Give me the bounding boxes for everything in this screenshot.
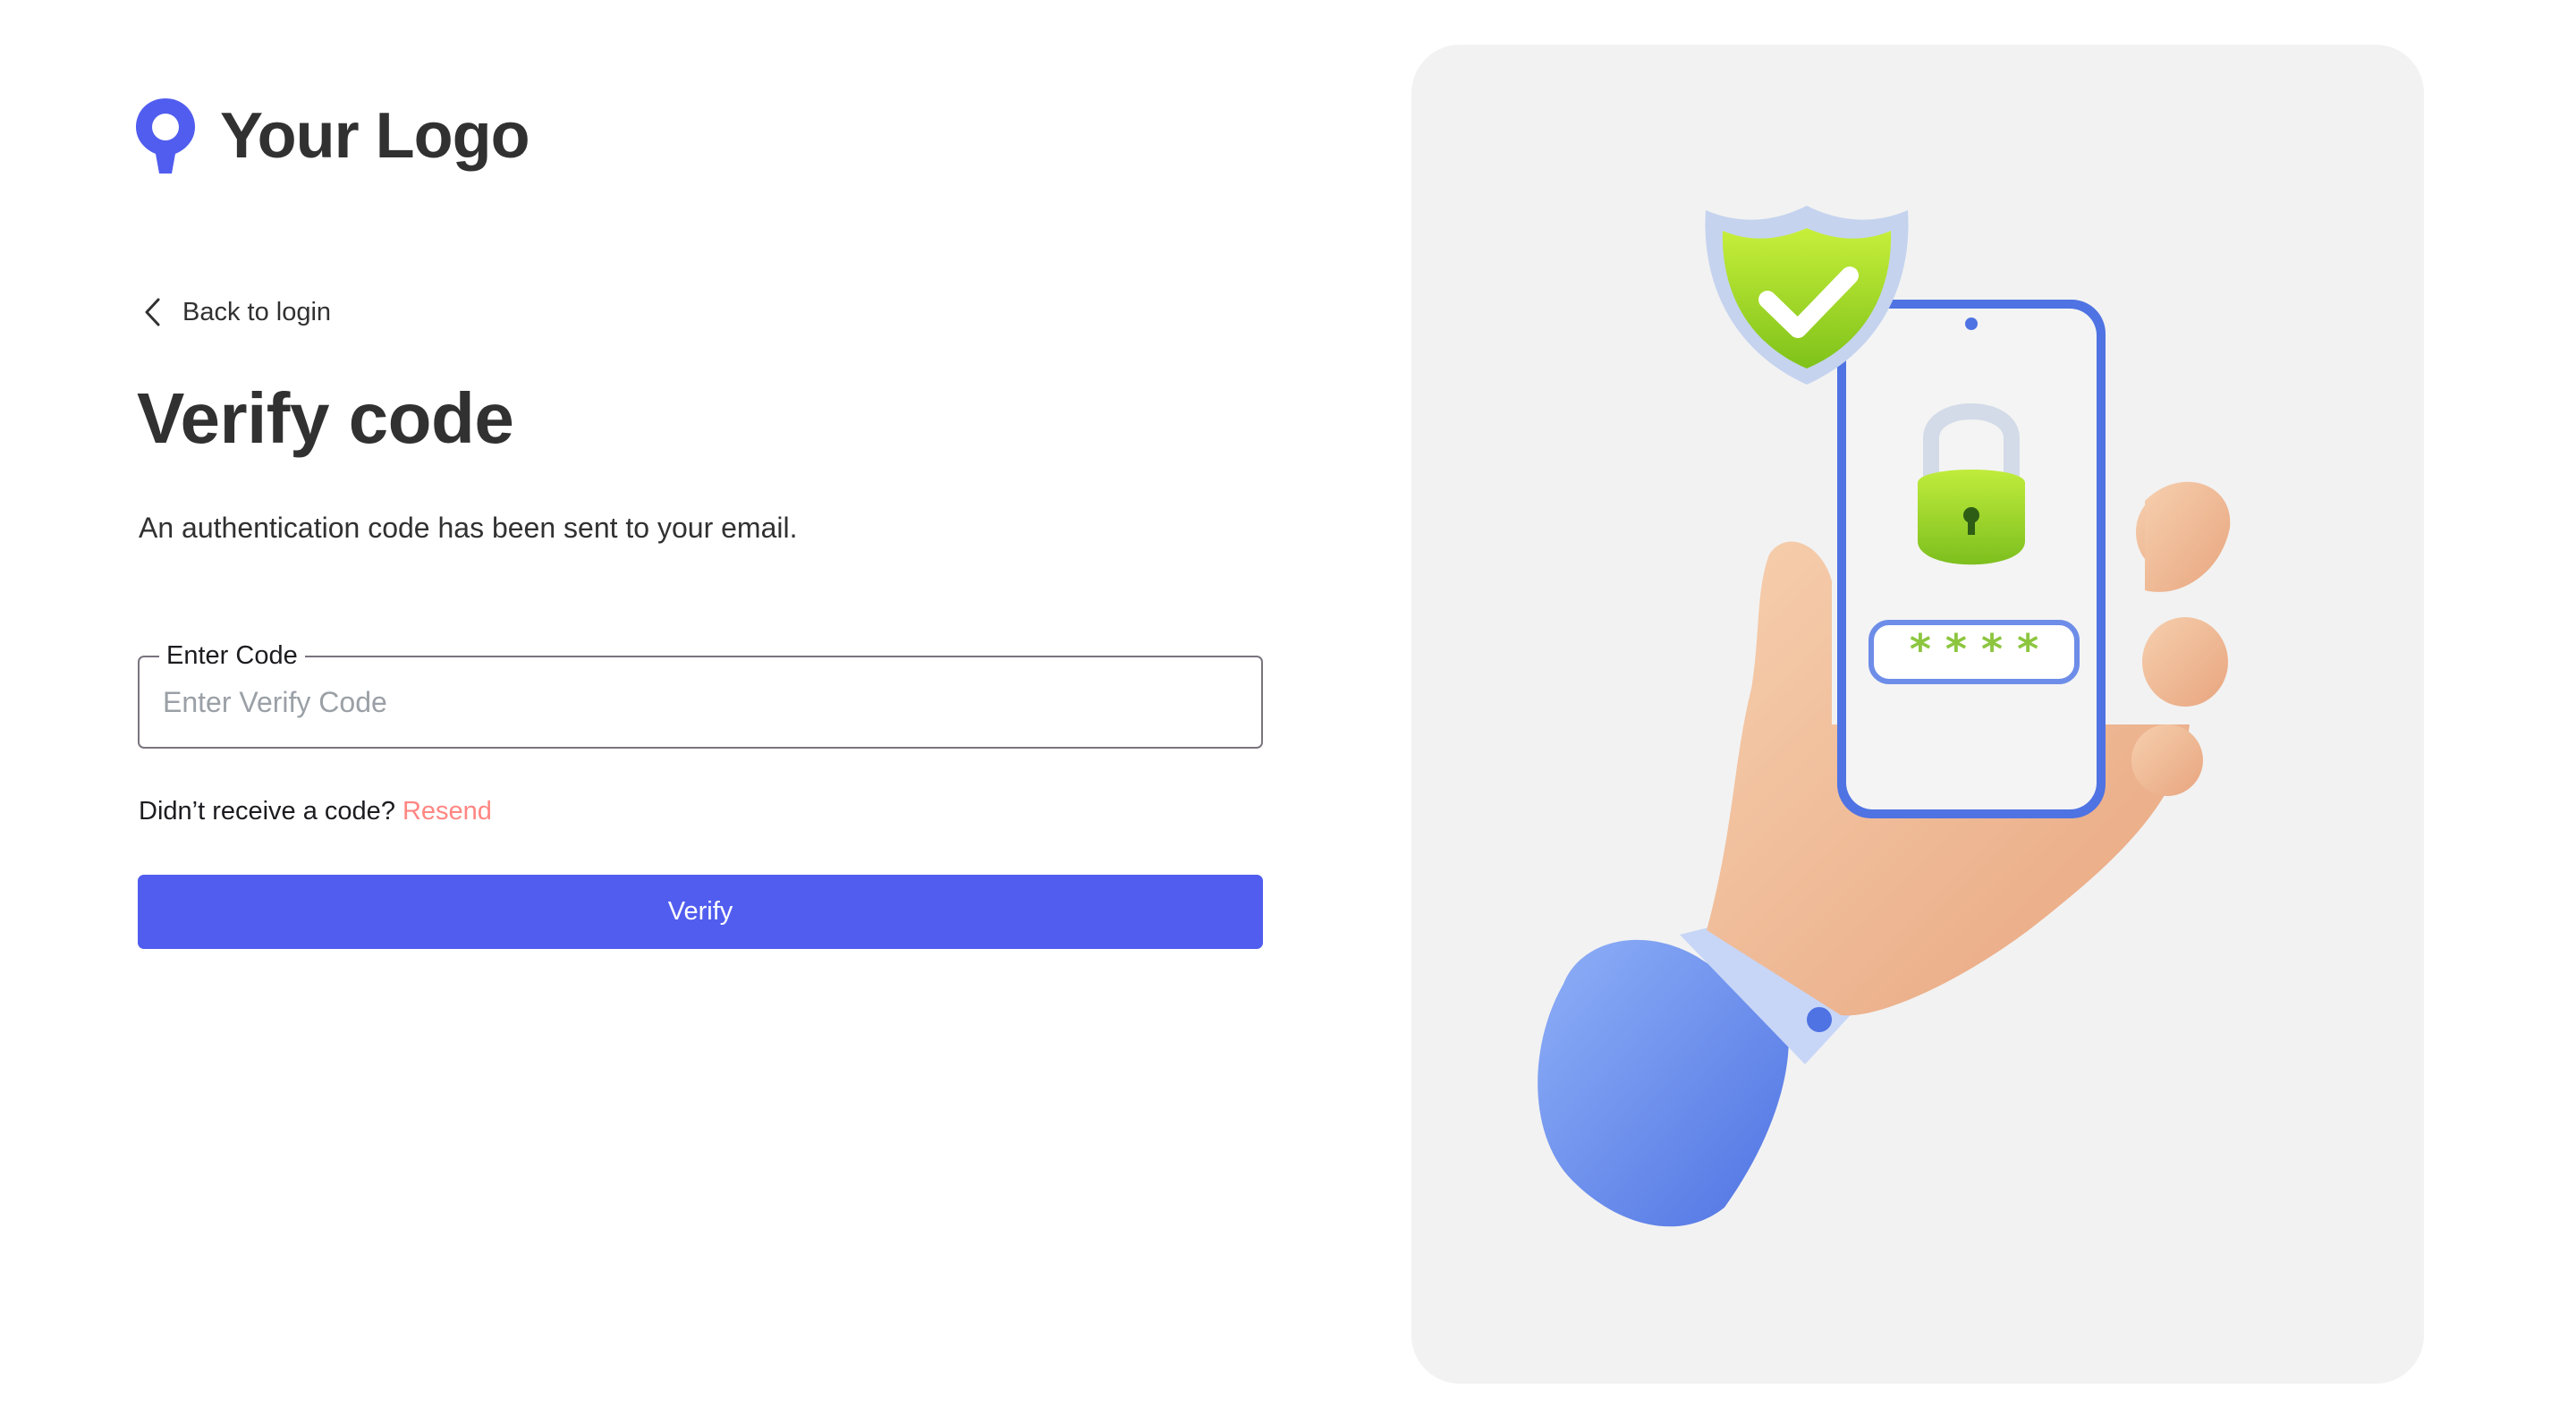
resend-prompt: Didn’t receive a code? <box>139 797 395 826</box>
back-to-login-link[interactable]: Back to login <box>143 297 331 327</box>
hand-phone-security-illustration: * * * * <box>1538 206 2231 1227</box>
verify-button[interactable]: Verify <box>138 875 1263 949</box>
svg-text:* * * *: * * * * <box>1910 625 2038 673</box>
verify-code-input[interactable] <box>140 657 1261 747</box>
page-title: Verify code <box>137 378 514 458</box>
page-subtitle: An authentication code has been sent to … <box>139 512 798 544</box>
illustration-panel: * * * * <box>1411 45 2424 1384</box>
verify-code-field: Enter Code <box>138 639 1263 749</box>
resend-link[interactable]: Resend <box>402 797 492 826</box>
logo-text: Your Logo <box>220 100 530 172</box>
phone-shape: * * * * <box>1837 300 2106 818</box>
resend-line: Didn’t receive a code? Resend <box>139 799 492 825</box>
brand-logo[interactable]: Your Logo <box>134 97 530 175</box>
back-to-login-label: Back to login <box>182 297 332 326</box>
map-pin-logo-icon <box>136 98 195 174</box>
chevron-left-icon <box>145 298 160 326</box>
